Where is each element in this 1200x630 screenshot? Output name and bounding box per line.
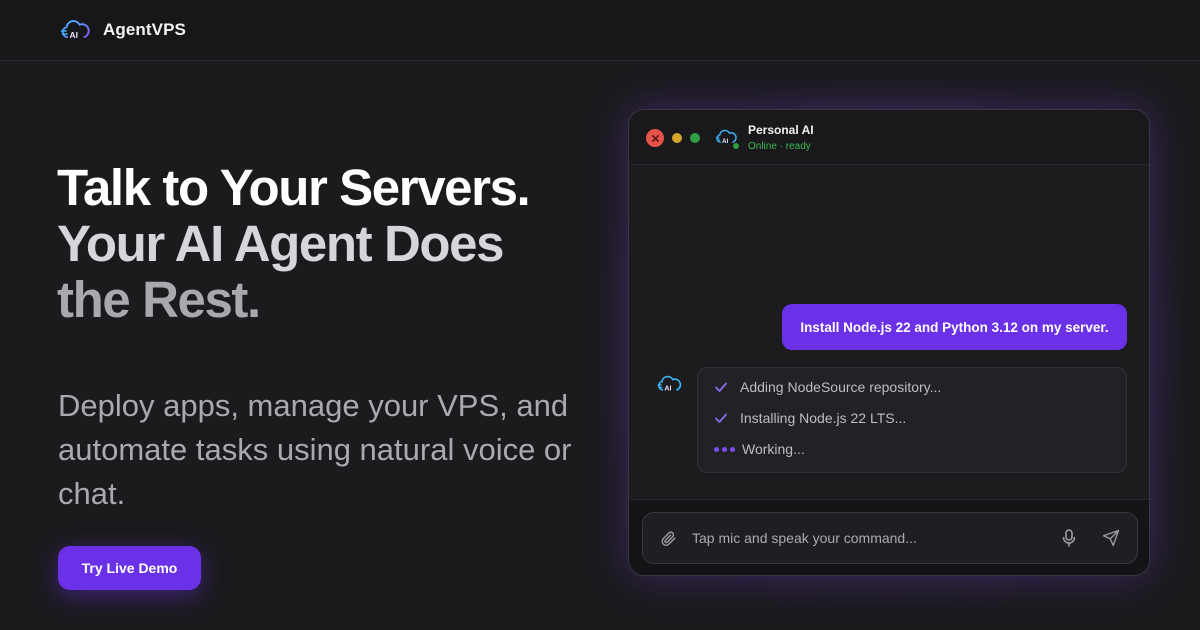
- online-status-dot: [732, 142, 740, 150]
- demo-chat-window: AI Personal AI Online · ready Install No…: [628, 109, 1150, 576]
- close-icon: [651, 134, 659, 142]
- maximize-window-button[interactable]: [690, 133, 700, 143]
- check-icon: [715, 382, 727, 392]
- paperclip-icon[interactable]: [660, 530, 677, 547]
- svg-text:AI: AI: [664, 385, 671, 393]
- bot-avatar-icon: AI: [657, 375, 682, 393]
- input-placeholder: Tap mic and speak your command...: [692, 530, 917, 546]
- hero-title-line-1: Talk to Your Servers.: [57, 159, 531, 216]
- progress-step-label: Working...: [742, 441, 805, 457]
- agent-name: Personal AI: [748, 123, 814, 137]
- command-input[interactable]: Tap mic and speak your command...: [642, 512, 1138, 564]
- user-message-bubble: Install Node.js 22 and Python 3.12 on my…: [782, 304, 1127, 350]
- progress-step-label: Installing Node.js 22 LTS...: [740, 410, 907, 426]
- chat-input-area: Tap mic and speak your command...: [629, 499, 1149, 575]
- hero-title: Talk to Your Servers. Your AI Agent Does…: [57, 160, 617, 328]
- progress-step: Working...: [714, 441, 805, 457]
- agent-progress-card: Adding NodeSource repository... Installi…: [697, 367, 1127, 473]
- try-live-demo-button[interactable]: Try Live Demo: [58, 546, 201, 590]
- agent-status: Online · ready: [748, 141, 811, 152]
- svg-text:AI: AI: [722, 138, 728, 145]
- cloud-ai-logo-icon[interactable]: AI: [60, 18, 90, 42]
- microphone-icon[interactable]: [1061, 529, 1077, 547]
- check-icon: [715, 413, 727, 423]
- hero-title-line-2: Your AI Agent Does: [57, 215, 505, 272]
- typing-dots-icon: [714, 446, 735, 452]
- top-nav-bar: AI AgentVPS: [0, 0, 1200, 61]
- progress-step: Installing Node.js 22 LTS...: [714, 410, 906, 426]
- minimize-window-button[interactable]: [672, 133, 682, 143]
- brand-name[interactable]: AgentVPS: [103, 20, 186, 40]
- window-header: AI Personal AI Online · ready: [629, 110, 1149, 165]
- send-icon[interactable]: [1102, 529, 1120, 547]
- hero-subtitle: Deploy apps, manage your VPS, and automa…: [58, 388, 572, 511]
- progress-step-label: Adding NodeSource repository...: [740, 379, 942, 395]
- close-window-button[interactable]: [646, 129, 664, 147]
- hero-title-line-3: the Rest.: [57, 271, 261, 328]
- svg-text:AI: AI: [70, 30, 79, 40]
- progress-step: Adding NodeSource repository...: [714, 379, 941, 395]
